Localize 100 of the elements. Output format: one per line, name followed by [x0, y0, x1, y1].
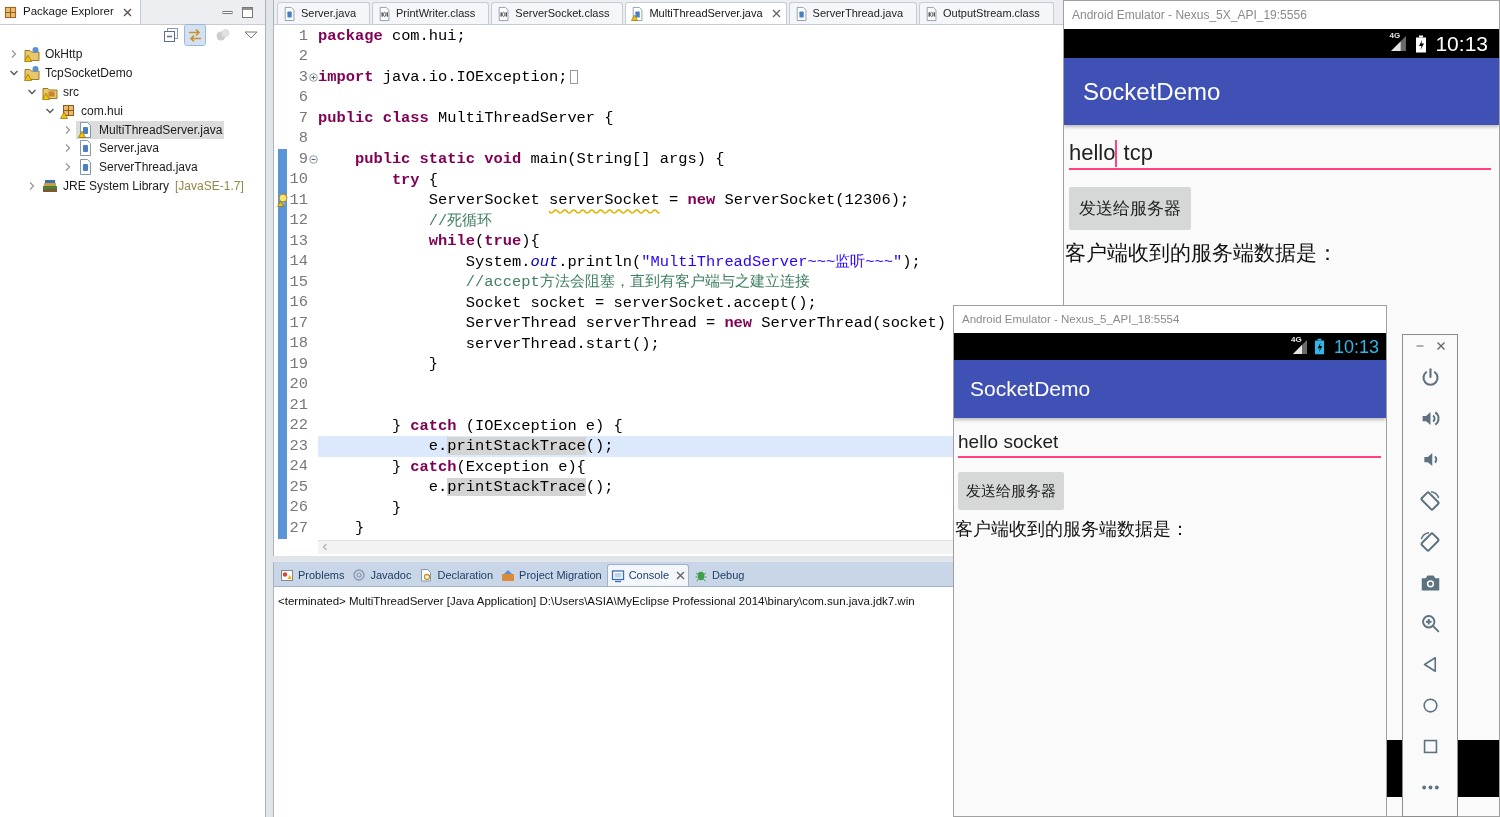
console-output: <terminated> MultiThreadServer [Java Application] D:\Users\ASIA\MyEclipse Professional 2014\binary\com.sun.java.jdk7.win [278, 595, 915, 607]
editor-tab[interactable]: MultiThreadServer.java [625, 2, 787, 24]
received-data-label: 客户端收到的服务端数据是： [1064, 240, 1338, 266]
editor-tab[interactable]: ServerThread.java [788, 2, 918, 24]
code-line: package com.hui; [318, 26, 466, 47]
line-number: 1 [298, 28, 308, 44]
maximize-icon[interactable] [242, 6, 253, 18]
send-button[interactable]: 发送给服务器 [958, 472, 1064, 510]
code-line: } catch(Exception e){ [391, 456, 586, 477]
window-title: Android Emulator - Nexus_5X_API_19:5556 [1072, 7, 1307, 24]
fold-plus-icon[interactable] [308, 72, 318, 82]
code-line: //死循环 [428, 210, 493, 231]
editor-tab[interactable]: Server.java [277, 2, 371, 24]
line-number: 17 [289, 315, 308, 331]
line-number: 18 [289, 336, 308, 352]
line-number: 9 [298, 151, 308, 167]
line-number: 7 [298, 110, 308, 126]
signal-icon [1390, 35, 1408, 52]
network-type-label: 4G [1389, 32, 1401, 40]
editor-tab[interactable]: ServerSocket.class [491, 2, 624, 24]
line-number: 22 [289, 418, 308, 434]
line-number: 13 [289, 233, 308, 249]
problems-icon [280, 568, 294, 582]
app-title: SocketDemo [970, 376, 1091, 403]
code-line: //accept方法会阻塞，直到有客户端与之建立连接 [465, 272, 810, 293]
status-time: 10:13 [1333, 337, 1379, 356]
line-number: 2 [298, 49, 308, 65]
view-tab[interactable]: Package Explorer [0, 0, 141, 24]
panel-tab[interactable]: Project Migration [498, 564, 605, 586]
panel-tab[interactable]: Javadoc [349, 564, 415, 586]
code-line: } catch (IOException e) { [391, 415, 623, 436]
code-line: public static void main(String[] args) { [354, 149, 725, 170]
line-number: 16 [289, 295, 308, 311]
close-icon[interactable] [676, 571, 685, 580]
text-field[interactable]: hello socket [958, 428, 1381, 458]
code-line: ServerSocket serverSocket = new ServerSocket(12306); [428, 190, 910, 211]
panel-tab[interactable]: Console [606, 564, 689, 586]
tree-item[interactable]: ServerThread.java [76, 158, 200, 177]
status-time: 10:13 [1435, 33, 1488, 54]
line-number: 25 [289, 479, 308, 495]
tree-item[interactable]: JRE System Library [JavaSE-1.7] [40, 176, 246, 195]
code-line: serverThread.start(); [465, 333, 660, 354]
folded-code-icon[interactable] [569, 69, 580, 86]
document-icon [419, 568, 434, 582]
zoom-in-icon[interactable] [1419, 613, 1441, 634]
code-line: ServerThread serverThread = new ServerThread(socket) [465, 313, 947, 334]
package-explorer-icon [4, 5, 17, 19]
signal-icon [1291, 338, 1308, 355]
tree-item[interactable]: TcpSocketDemo [22, 64, 135, 83]
code-line: } [391, 497, 402, 518]
line-number: 8 [298, 131, 308, 147]
more-icon[interactable] [1420, 785, 1440, 790]
app-title: SocketDemo [1083, 76, 1221, 107]
line-number: 11 [289, 192, 308, 208]
tree-item[interactable]: OkHttp [22, 45, 85, 64]
fold-minus-icon[interactable] [308, 154, 318, 164]
editor-tab[interactable]: PrintWriter.class [372, 2, 490, 24]
lightbulb-warning-icon[interactable] [277, 193, 289, 207]
line-number: 27 [289, 520, 308, 536]
line-number: 24 [289, 459, 308, 475]
panel-tab[interactable]: Problems [277, 564, 348, 586]
tree-item[interactable]: Server.java [76, 139, 162, 158]
line-number: 10 [289, 172, 308, 188]
code-line: try { [391, 169, 439, 190]
line-number: 23 [289, 438, 308, 454]
line-number: 21 [289, 397, 308, 413]
tree-item[interactable]: src [40, 83, 81, 101]
close-icon[interactable] [771, 9, 781, 18]
panel-tab[interactable]: Declaration [416, 564, 497, 586]
tree-item[interactable]: com.hui [58, 101, 126, 120]
horizontal-scrollbar[interactable] [318, 539, 953, 554]
monitor-icon [610, 568, 625, 583]
rotate-left-icon[interactable] [1419, 489, 1441, 512]
send-button[interactable]: 发送给服务器 [1069, 187, 1191, 230]
tree-item[interactable]: MultiThreadServer.java [76, 120, 225, 139]
code-line: public class MultiThreadServer { [318, 108, 614, 129]
editor-tab[interactable]: OutputStream.class [919, 2, 1054, 24]
network-type-label: 4G [1290, 335, 1302, 344]
line-number: 6 [298, 90, 308, 106]
code-line: } [428, 354, 439, 375]
line-number: 12 [289, 213, 308, 229]
received-data-label: 客户端收到的服务端数据是： [954, 518, 1189, 541]
code-line: Socket socket = serverSocket.accept(); [465, 292, 817, 313]
line-number: 26 [289, 500, 308, 516]
line-number: 14 [289, 254, 308, 270]
ring-icon [352, 568, 367, 582]
window-title: Android Emulator - Nexus_5_API_18:5554 [962, 311, 1180, 327]
box-icon [501, 568, 516, 582]
code-line: System.out.println("MultiThreadServer~~~监听~~~"); [465, 251, 921, 272]
code-line: import java.io.IOException; [318, 67, 568, 88]
line-number: 20 [289, 377, 308, 393]
code-line: } [354, 518, 365, 539]
rotate-right-icon[interactable] [1419, 530, 1441, 553]
panel-tab[interactable]: Debug [691, 564, 748, 586]
text-field[interactable]: hello tcp [1069, 137, 1491, 170]
close-icon[interactable] [122, 7, 132, 17]
close-icon[interactable] [1435, 341, 1446, 351]
chevron-down-icon[interactable] [27, 87, 37, 97]
home-circle-icon[interactable] [1420, 696, 1440, 715]
collapse-all-icon[interactable] [163, 27, 179, 43]
